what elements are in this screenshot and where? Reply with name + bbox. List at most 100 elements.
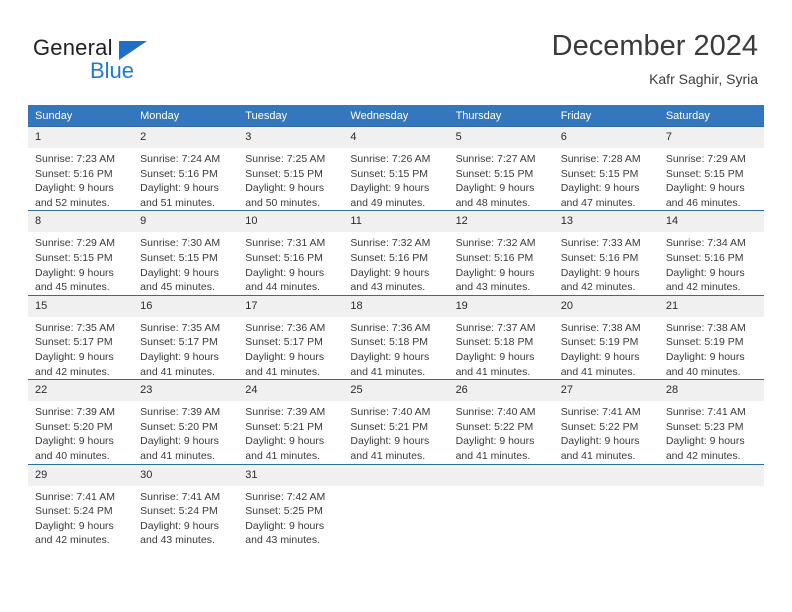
day-number: [448, 464, 554, 486]
calendar-day-cell[interactable]: 16 Sunrise: 7:35 AM Sunset: 5:17 PM Dayligh…: [133, 294, 239, 380]
daylight-duration-line1: Daylight: 9 hours: [140, 519, 219, 532]
calendar-day-cell[interactable]: 19 Sunrise: 7:37 AM Sunset: 5:18 PM Dayligh…: [448, 294, 554, 380]
daylight-duration-line2: and 46 minutes.: [665, 196, 741, 209]
calendar-day-cell[interactable]: 25 Sunrise: 7:40 AM Sunset: 5:21 PM Dayligh…: [343, 379, 449, 464]
day-details: Sunrise: 7:30 AM Sunset: 5:15 PM Daylight:…: [133, 232, 238, 294]
calendar-day-cell[interactable]: 20 Sunrise: 7:38 AM Sunset: 5:19 PM Dayligh…: [553, 294, 659, 380]
sunrise-time: Sunrise: 7:34 AM: [665, 237, 746, 250]
weekday-header-sunday: Sunday: [28, 105, 134, 127]
day-number: 27: [553, 380, 659, 402]
sunset-time: Sunset: 5:16 PM: [560, 251, 639, 264]
day-number: 13: [553, 211, 659, 233]
day-details: Sunrise: 7:26 AM Sunset: 5:15 PM Daylight:…: [343, 148, 448, 210]
calendar-day-cell[interactable]: 22 Sunrise: 7:39 AM Sunset: 5:20 PM Dayligh…: [28, 379, 134, 464]
daylight-duration-line1: Daylight: 9 hours: [455, 266, 535, 279]
sunrise-time: Sunrise: 7:42 AM: [245, 490, 326, 503]
sunset-time: Sunset: 5:22 PM: [560, 420, 639, 433]
sunset-time: Sunset: 5:15 PM: [665, 167, 744, 180]
sunrise-time: Sunrise: 7:30 AM: [140, 237, 221, 250]
calendar-day-cell[interactable]: 30 Sunrise: 7:41 AM Sunset: 5:24 PM Dayligh…: [133, 463, 239, 548]
day-details: Sunrise: 7:29 AM Sunset: 5:15 PM Daylight:…: [659, 148, 764, 210]
calendar-day-cell[interactable]: 2 Sunrise: 7:24 AM Sunset: 5:16 PM Daylight…: [133, 125, 239, 211]
calendar-day-cell[interactable]: 23 Sunrise: 7:39 AM Sunset: 5:20 PM Dayligh…: [133, 379, 239, 464]
calendar-day-cell[interactable]: 10 Sunrise: 7:31 AM Sunset: 5:16 PM Dayligh…: [238, 210, 344, 296]
sunrise-time: Sunrise: 7:29 AM: [35, 237, 115, 250]
calendar-day-cell[interactable]: 14 Sunrise: 7:34 AM Sunset: 5:16 PM Dayligh…: [658, 210, 764, 296]
daylight-duration-line1: Daylight: 9 hours: [350, 182, 430, 195]
calendar-week-row: 29 Sunrise: 7:41 AM Sunset: 5:24 PM Dayligh…: [28, 463, 764, 548]
sunset-time: Sunset: 5:15 PM: [140, 251, 218, 264]
sunset-time: Sunset: 5:16 PM: [35, 167, 113, 180]
daylight-duration-line1: Daylight: 9 hours: [35, 435, 114, 448]
weekday-header-row: Sunday Monday Tuesday Wednesday Thursday…: [28, 105, 764, 127]
day-details: Sunrise: 7:35 AM Sunset: 5:17 PM Daylight:…: [133, 317, 238, 379]
daylight-duration-line1: Daylight: 9 hours: [350, 435, 430, 448]
calendar-day-cell[interactable]: 3 Sunrise: 7:25 AM Sunset: 5:15 PM Daylight…: [238, 125, 344, 211]
daylight-duration-line2: and 41 minutes.: [455, 449, 531, 462]
day-number: 11: [343, 211, 449, 233]
day-number: 3: [238, 127, 344, 148]
daylight-duration-line2: and 49 minutes.: [350, 196, 426, 209]
day-number: 30: [133, 464, 239, 486]
calendar-day-cell[interactable]: 18 Sunrise: 7:36 AM Sunset: 5:18 PM Dayligh…: [343, 294, 449, 380]
logo-text-general: General: [33, 35, 113, 60]
day-details: Sunrise: 7:27 AM Sunset: 5:15 PM Daylight:…: [449, 148, 554, 210]
day-number: 6: [553, 127, 659, 148]
weekday-header-tuesday: Tuesday: [238, 105, 344, 127]
calendar-day-cell[interactable]: 7 Sunrise: 7:29 AM Sunset: 5:15 PM Daylight…: [658, 125, 764, 211]
calendar-day-cell[interactable]: 9 Sunrise: 7:30 AM Sunset: 5:15 PM Daylight…: [133, 210, 239, 296]
sunrise-time: Sunrise: 7:24 AM: [140, 153, 221, 165]
day-number: 14: [658, 211, 764, 233]
general-blue-logo[interactable]: General Blue: [33, 36, 253, 88]
day-details: Sunrise: 7:28 AM Sunset: 5:15 PM Daylight:…: [554, 148, 659, 210]
calendar-day-cell[interactable]: 4 Sunrise: 7:26 AM Sunset: 5:15 PM Daylight…: [343, 125, 449, 211]
calendar-day-cell[interactable]: 17 Sunrise: 7:36 AM Sunset: 5:17 PM Dayligh…: [238, 294, 344, 380]
calendar-day-cell[interactable]: 12 Sunrise: 7:32 AM Sunset: 5:16 PM Dayligh…: [448, 210, 554, 296]
calendar-day-cell[interactable]: 27 Sunrise: 7:41 AM Sunset: 5:22 PM Dayligh…: [553, 379, 659, 464]
calendar-day-cell-empty: [658, 463, 764, 548]
day-details: Sunrise: 7:41 AM Sunset: 5:24 PM Daylight:…: [28, 486, 133, 548]
day-number: 9: [133, 211, 239, 233]
day-details: [343, 486, 448, 490]
day-details: Sunrise: 7:39 AM Sunset: 5:20 PM Daylight:…: [28, 401, 133, 463]
sunset-time: Sunset: 5:25 PM: [245, 505, 323, 518]
weekday-header-monday: Monday: [133, 105, 239, 127]
calendar-day-cell[interactable]: 26 Sunrise: 7:40 AM Sunset: 5:22 PM Dayligh…: [448, 379, 554, 464]
calendar-day-cell[interactable]: 8 Sunrise: 7:29 AM Sunset: 5:15 PM Daylight…: [28, 210, 134, 296]
sunrise-time: Sunrise: 7:36 AM: [245, 321, 326, 334]
daylight-duration-line2: and 43 minutes.: [245, 534, 320, 547]
day-details: Sunrise: 7:39 AM Sunset: 5:20 PM Daylight:…: [133, 401, 238, 463]
day-details: Sunrise: 7:40 AM Sunset: 5:22 PM Daylight:…: [449, 401, 554, 463]
daylight-duration-line1: Daylight: 9 hours: [35, 266, 114, 279]
day-number: 21: [658, 295, 764, 317]
calendar-day-cell[interactable]: 13 Sunrise: 7:33 AM Sunset: 5:16 PM Dayligh…: [553, 210, 659, 296]
calendar-day-cell[interactable]: 29 Sunrise: 7:41 AM Sunset: 5:24 PM Dayligh…: [28, 463, 134, 548]
weekday-header-wednesday: Wednesday: [343, 105, 449, 127]
calendar-day-cell[interactable]: 5 Sunrise: 7:27 AM Sunset: 5:15 PM Daylight…: [448, 125, 554, 211]
calendar-day-cell[interactable]: 15 Sunrise: 7:35 AM Sunset: 5:17 PM Dayligh…: [28, 294, 134, 380]
sunrise-time: Sunrise: 7:41 AM: [140, 490, 221, 503]
daylight-duration-line2: and 41 minutes.: [140, 365, 215, 378]
calendar-day-cell[interactable]: 24 Sunrise: 7:39 AM Sunset: 5:21 PM Dayligh…: [238, 379, 344, 464]
calendar-day-cell[interactable]: 1 Sunrise: 7:23 AM Sunset: 5:16 PM Daylight…: [28, 125, 134, 211]
sunset-time: Sunset: 5:17 PM: [245, 336, 323, 349]
day-number: [553, 464, 659, 486]
day-details: [554, 486, 659, 490]
calendar-day-cell[interactable]: 31 Sunrise: 7:42 AM Sunset: 5:25 PM Dayligh…: [238, 463, 344, 548]
sunrise-time: Sunrise: 7:39 AM: [35, 406, 115, 419]
day-number: 2: [133, 127, 239, 148]
daylight-duration-line2: and 43 minutes.: [350, 281, 426, 294]
daylight-duration-line1: Daylight: 9 hours: [35, 182, 114, 195]
sunrise-sunset-calendar: Sunday Monday Tuesday Wednesday Thursday…: [28, 105, 764, 548]
calendar-page: General Blue December 2024 Kafr Saghir, …: [0, 0, 792, 612]
sunset-time: Sunset: 5:15 PM: [560, 167, 639, 180]
calendar-day-cell[interactable]: 28 Sunrise: 7:41 AM Sunset: 5:23 PM Dayligh…: [658, 379, 764, 464]
calendar-day-cell-empty: [448, 463, 554, 548]
daylight-duration-line1: Daylight: 9 hours: [560, 182, 640, 195]
daylight-duration-line1: Daylight: 9 hours: [665, 435, 745, 448]
calendar-day-cell[interactable]: 6 Sunrise: 7:28 AM Sunset: 5:15 PM Daylight…: [553, 125, 659, 211]
calendar-day-cell[interactable]: 11 Sunrise: 7:32 AM Sunset: 5:16 PM Dayligh…: [343, 210, 449, 296]
calendar-day-cell[interactable]: 21 Sunrise: 7:38 AM Sunset: 5:19 PM Dayligh…: [658, 294, 764, 380]
day-details: Sunrise: 7:29 AM Sunset: 5:15 PM Daylight:…: [28, 232, 133, 294]
daylight-duration-line1: Daylight: 9 hours: [665, 182, 745, 195]
